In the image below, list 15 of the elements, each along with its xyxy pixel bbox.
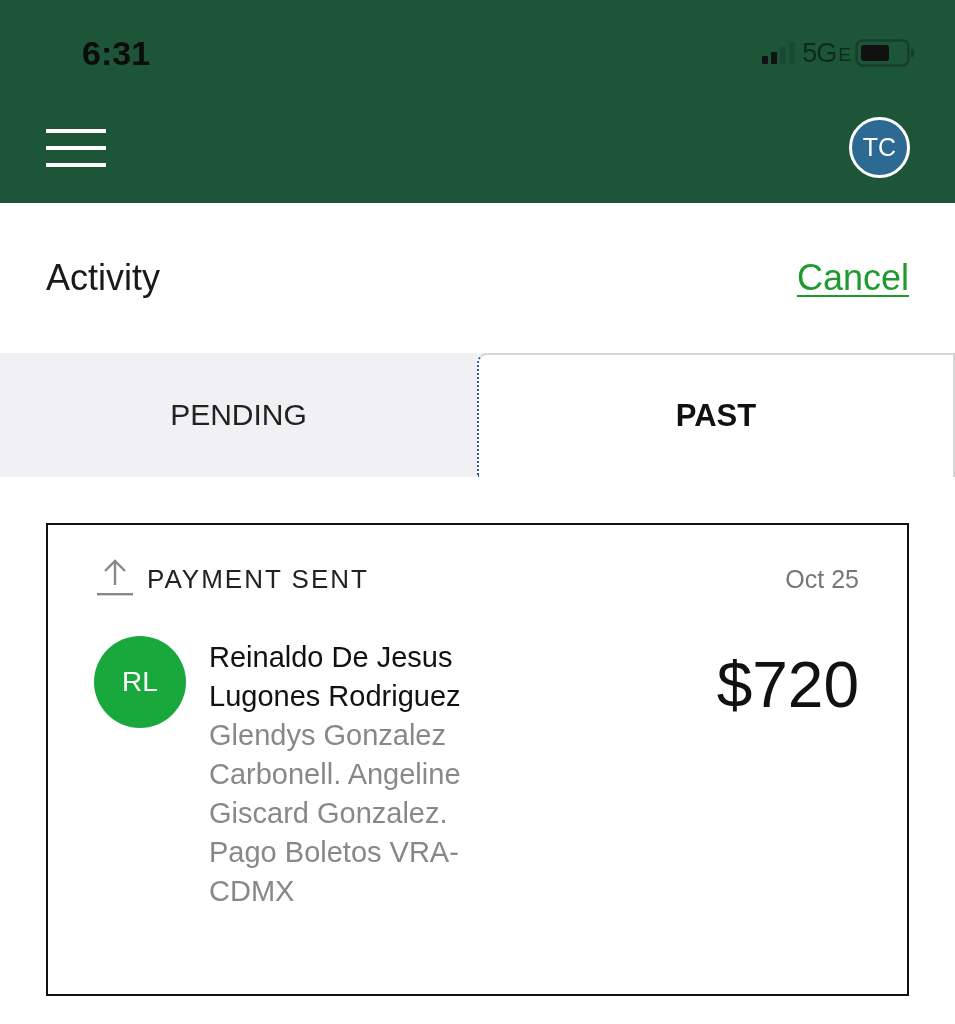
payment-amount: $720 [716,650,859,720]
profile-avatar[interactable]: TC [849,117,910,178]
payment-note: Glendys Gonzalez Carbonell. Angeline Giscard Gonzalez. Pago Boletos VRA-CDMX [209,718,462,909]
battery-icon [855,39,915,67]
status-time: 6:31 [82,33,151,73]
activity-card[interactable]: PAYMENT SENT Oct 25 RL Reinaldo De Jesus Lugones Rodriguez Glendys Gonzalez Carbonell. Angeline Giscard Gonzalez. Pago Boletos VRA-CDMX $720 [46,523,909,996]
cancel-link[interactable]: Cancel [796,257,909,299]
menu-icon[interactable] [46,128,106,167]
upload-arrow-icon [97,559,133,596]
activity-type: PAYMENT SENT [147,564,369,594]
page-title: Activity [46,257,160,299]
activity-date: Oct 25 [785,565,859,594]
contact-name: Reinaldo De Jesus Lugones Rodriguez [209,640,462,714]
contact-avatar: RL [94,636,186,728]
tab[interactable]: PAST [477,353,955,477]
